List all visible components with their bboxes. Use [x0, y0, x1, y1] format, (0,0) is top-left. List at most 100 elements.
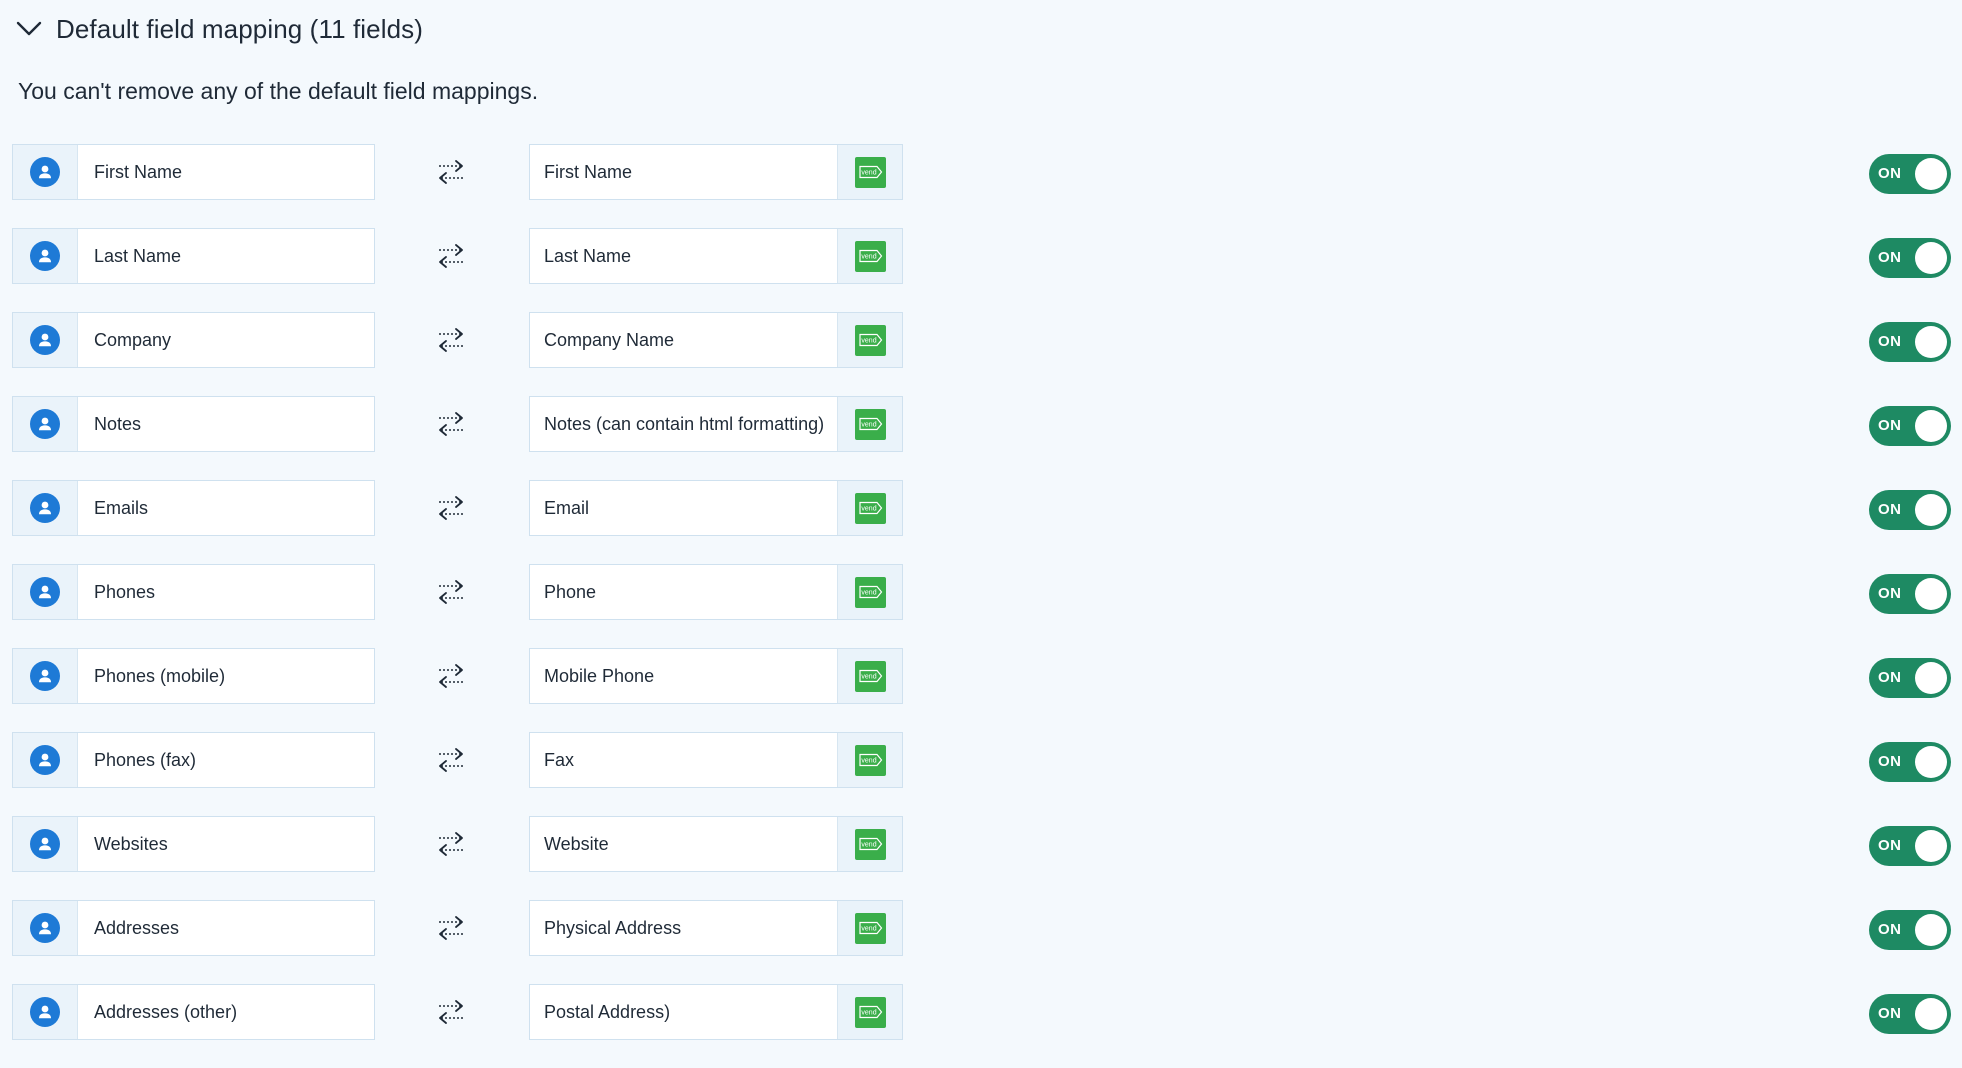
section-header[interactable]: Default field mapping (11 fields) [16, 8, 423, 50]
mapping-toggle[interactable]: ON [1869, 742, 1951, 782]
target-field[interactable]: Postal Address) vend [529, 984, 903, 1040]
source-field[interactable]: Phones [12, 564, 375, 620]
mapping-toggle[interactable]: ON [1869, 238, 1951, 278]
toggle-state-label: ON [1878, 417, 1902, 434]
target-field-icon-cell: vend [837, 901, 902, 955]
source-field[interactable]: Company [12, 312, 375, 368]
mapping-toggle[interactable]: ON [1869, 322, 1951, 362]
vend-logo-icon: vend [854, 660, 886, 692]
mapping-row: Phones (mobile) Mobile Phone vend ON [12, 648, 1952, 706]
vend-logo-icon: vend [854, 828, 886, 860]
mapping-row: First Name First Name vend ON [12, 144, 1952, 202]
source-field-icon-cell [13, 397, 78, 451]
target-field-label: Website [544, 833, 609, 854]
svg-text:vend: vend [861, 506, 876, 513]
mapping-toggle[interactable]: ON [1869, 910, 1951, 950]
source-field[interactable]: Last Name [12, 228, 375, 284]
target-field[interactable]: Notes (can contain html formatting) vend [529, 396, 903, 452]
target-field[interactable]: Email vend [529, 480, 903, 536]
mapping-toggle[interactable]: ON [1869, 826, 1951, 866]
toggle-state-label: ON [1878, 333, 1902, 350]
chevron-down-icon[interactable] [16, 16, 42, 42]
mapping-row: Phones Phone vend ON [12, 564, 1952, 622]
vend-logo-icon: vend [854, 744, 886, 776]
person-icon [30, 241, 60, 271]
mapping-row: Phones (fax) Fax vend ON [12, 732, 1952, 790]
target-field-label: Physical Address [544, 917, 682, 938]
vend-logo-icon: vend [854, 912, 886, 944]
target-field-label: Notes (can contain html formatting) [544, 413, 825, 434]
target-field-label: Company Name [544, 329, 675, 350]
source-field-label: Addresses [94, 917, 180, 938]
target-field[interactable]: Phone vend [529, 564, 903, 620]
source-field[interactable]: Emails [12, 480, 375, 536]
person-icon [30, 325, 60, 355]
vend-logo-icon: vend [854, 156, 886, 188]
svg-text:vend: vend [861, 590, 876, 597]
source-field-label: Company [94, 329, 172, 350]
source-field[interactable]: Phones (mobile) [12, 648, 375, 704]
toggle-knob [1915, 242, 1947, 274]
svg-text:vend: vend [861, 1010, 876, 1017]
mapping-toggle[interactable]: ON [1869, 658, 1951, 698]
person-icon [30, 577, 60, 607]
target-field[interactable]: Website vend [529, 816, 903, 872]
toggle-state-label: ON [1878, 837, 1902, 854]
sync-arrows-icon [435, 662, 467, 690]
toggle-state-label: ON [1878, 165, 1902, 182]
target-field-icon-cell: vend [837, 649, 902, 703]
target-field[interactable]: First Name vend [529, 144, 903, 200]
mapping-toggle[interactable]: ON [1869, 994, 1951, 1034]
toggle-knob [1915, 410, 1947, 442]
source-field[interactable]: First Name [12, 144, 375, 200]
target-field[interactable]: Last Name vend [529, 228, 903, 284]
source-field-icon-cell [13, 313, 78, 367]
source-field-label: Last Name [94, 245, 182, 266]
sync-arrows-icon [435, 242, 467, 270]
source-field-label: Phones (mobile) [94, 665, 226, 686]
vend-logo-icon: vend [854, 996, 886, 1028]
source-field[interactable]: Websites [12, 816, 375, 872]
source-field-label: Emails [94, 497, 149, 518]
source-field-label: Phones (fax) [94, 749, 197, 770]
source-field[interactable]: Phones (fax) [12, 732, 375, 788]
target-field-icon-cell: vend [837, 817, 902, 871]
target-field[interactable]: Fax vend [529, 732, 903, 788]
svg-text:vend: vend [861, 842, 876, 849]
source-field-icon-cell [13, 565, 78, 619]
target-field-icon-cell: vend [837, 397, 902, 451]
mapping-list: First Name First Name vend ON Last Name … [12, 144, 1952, 1068]
person-icon [30, 745, 60, 775]
person-icon [30, 997, 60, 1027]
mapping-row: Addresses Physical Address vend ON [12, 900, 1952, 958]
person-icon [30, 661, 60, 691]
target-field[interactable]: Physical Address vend [529, 900, 903, 956]
source-field-icon-cell [13, 901, 78, 955]
sync-arrows-icon [435, 578, 467, 606]
mapping-toggle[interactable]: ON [1869, 574, 1951, 614]
source-field[interactable]: Addresses (other) [12, 984, 375, 1040]
source-field[interactable]: Notes [12, 396, 375, 452]
target-field-icon-cell: vend [837, 145, 902, 199]
person-icon [30, 829, 60, 859]
toggle-knob [1915, 746, 1947, 778]
target-field-icon-cell: vend [837, 313, 902, 367]
mapping-toggle[interactable]: ON [1869, 490, 1951, 530]
vend-logo-icon: vend [854, 324, 886, 356]
svg-text:vend: vend [861, 254, 876, 261]
target-field[interactable]: Mobile Phone vend [529, 648, 903, 704]
toggle-knob [1915, 830, 1947, 862]
mapping-toggle[interactable]: ON [1869, 406, 1951, 446]
target-field-icon-cell: vend [837, 985, 902, 1039]
svg-text:vend: vend [861, 338, 876, 345]
target-field-label: Mobile Phone [544, 665, 655, 686]
source-field[interactable]: Addresses [12, 900, 375, 956]
mapping-row: Emails Email vend ON [12, 480, 1952, 538]
mapping-row: Addresses (other) Postal Address) vend O… [12, 984, 1952, 1042]
target-field[interactable]: Company Name vend [529, 312, 903, 368]
target-field-icon-cell: vend [837, 565, 902, 619]
mapping-toggle[interactable]: ON [1869, 154, 1951, 194]
person-icon [30, 913, 60, 943]
sync-arrows-icon [435, 326, 467, 354]
sync-arrows-icon [435, 494, 467, 522]
